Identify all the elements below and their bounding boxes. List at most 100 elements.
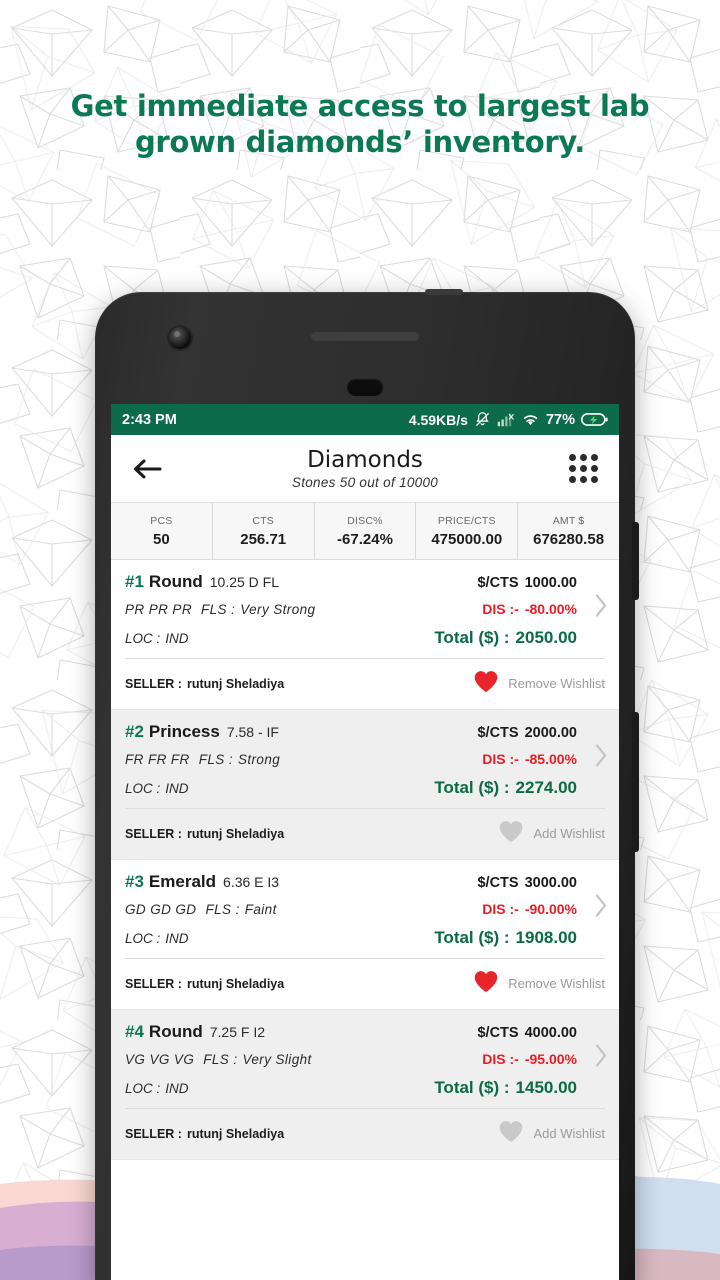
discount-value: -85.00%: [524, 751, 577, 767]
summary-cell-disc: DISC% -67.24%: [315, 503, 417, 559]
total-value: 1450.00: [515, 1078, 577, 1097]
summary-header: DISC%: [347, 514, 383, 527]
price-per-cts-label: $/CTS: [477, 1025, 519, 1041]
diamond-card[interactable]: #2 Princess 7.58 - IF $/CTS 2000.00 FR FR FR F…: [111, 710, 619, 860]
diamond-shape: Princess: [148, 722, 220, 741]
fluorescence-value: Strong: [237, 752, 281, 767]
total-value: 2274.00: [515, 778, 577, 797]
wishlist-toggle[interactable]: Remove Wishlist: [473, 969, 605, 998]
app-bar: Diamonds Stones 50 out of 10000: [111, 435, 619, 503]
discount-value: -95.00%: [524, 1051, 577, 1067]
seller-name: rutunj Sheladiya: [186, 826, 285, 841]
diamond-card[interactable]: #3 Emerald 6.36 E I3 $/CTS 3000.00 GD GD GD FL…: [111, 860, 619, 1010]
summary-cell-price-cts: PRICE/CTS 475000.00: [416, 503, 519, 559]
summary-value: 676280.58: [533, 530, 605, 548]
diamond-list[interactable]: #1 Round 10.25 D FL $/CTS 1000.00 PR PR PR FLS…: [111, 560, 619, 1280]
app-bar-titles: Diamonds Stones 50 out of 10000: [169, 447, 561, 490]
diamond-card-footer: SELLER : rutunj Sheladiya Add Wishlist: [111, 1109, 619, 1159]
summary-value: 256.71: [240, 530, 287, 548]
diamond-card-main[interactable]: #3 Emerald 6.36 E I3 $/CTS 3000.00 GD GD GD FL…: [111, 860, 619, 956]
diamond-shape: Round: [148, 1022, 203, 1041]
total-label: Total ($) :: [434, 1078, 510, 1097]
diamond-shape: Round: [148, 572, 203, 591]
diamond-card-main[interactable]: #2 Princess 7.58 - IF $/CTS 2000.00 FR FR FR F…: [111, 710, 619, 806]
chevron-right-icon[interactable]: [593, 1042, 610, 1075]
phone-screen: 2:43 PM 4.59KB/s 77% Diamonds Stones 50 …: [111, 404, 619, 1280]
summary-value: -67.24%: [337, 530, 393, 548]
chevron-right-icon[interactable]: [593, 592, 610, 625]
discount-label: DIS :-: [482, 1051, 519, 1067]
diamond-index: #4: [125, 1022, 144, 1041]
summary-header: AMT $: [552, 514, 585, 527]
back-arrow-icon[interactable]: [125, 457, 169, 481]
battery-charging-icon: [581, 413, 608, 426]
fluorescence-value: Very Slight: [242, 1052, 312, 1067]
headline-line-2: grown diamonds’ inventory.: [134, 125, 586, 159]
diamond-grades: FR FR FR: [125, 752, 190, 767]
discount-value: -80.00%: [524, 601, 577, 617]
screen-subtitle: Stones 50 out of 10000: [291, 475, 439, 490]
diamond-index: #1: [125, 572, 144, 591]
diamond-spec: 10.25 D FL: [209, 574, 280, 590]
price-per-cts-value: 1000.00: [524, 575, 577, 591]
summary-cell-amt: AMT $ 676280.58: [518, 503, 619, 559]
summary-value: 475000.00: [431, 530, 503, 548]
diamond-card[interactable]: #4 Round 7.25 F I2 $/CTS 4000.00 VG VG VG FLS …: [111, 1010, 619, 1160]
diamond-grades: PR PR PR: [125, 602, 192, 617]
location-label: LOC :: [125, 931, 161, 946]
location-label: LOC :: [125, 781, 161, 796]
sensor-pill: [347, 379, 383, 396]
heart-icon[interactable]: [498, 819, 524, 848]
chevron-right-icon[interactable]: [593, 892, 610, 925]
summary-cell-pcs: PCS 50: [111, 503, 213, 559]
diamond-grades: VG VG VG: [125, 1052, 195, 1067]
location-label: LOC :: [125, 1081, 161, 1096]
heart-icon[interactable]: [473, 969, 499, 998]
fluorescence-label: FLS :: [200, 602, 236, 617]
bell-muted-icon: [475, 412, 490, 427]
diamond-card-main[interactable]: #1 Round 10.25 D FL $/CTS 1000.00 PR PR PR FLS…: [111, 560, 619, 656]
wishlist-label: Add Wishlist: [533, 1126, 605, 1141]
total-label: Total ($) :: [434, 928, 510, 947]
diamond-card-footer: SELLER : rutunj Sheladiya Remove Wishlist: [111, 959, 619, 1009]
price-per-cts-value: 2000.00: [524, 725, 577, 741]
total-value: 2050.00: [515, 628, 577, 647]
signal-no-service-icon: [497, 413, 514, 427]
total-label: Total ($) :: [434, 778, 510, 797]
discount-label: DIS :-: [482, 751, 519, 767]
diamond-index: #2: [125, 722, 144, 741]
diamond-card-main[interactable]: #4 Round 7.25 F I2 $/CTS 4000.00 VG VG VG FLS …: [111, 1010, 619, 1106]
summary-value: 50: [153, 530, 170, 548]
heart-icon[interactable]: [473, 669, 499, 698]
location-value: IND: [165, 631, 189, 646]
diamond-card-footer: SELLER : rutunj Sheladiya Add Wishlist: [111, 809, 619, 859]
summary-header: CTS: [252, 514, 274, 527]
earpiece-speaker: [311, 332, 419, 341]
grid-menu-icon[interactable]: [561, 454, 605, 483]
power-button[interactable]: [632, 712, 639, 852]
diamond-index: #3: [125, 872, 144, 891]
seller-label: SELLER :: [125, 676, 182, 691]
status-bar: 2:43 PM 4.59KB/s 77%: [111, 404, 619, 435]
front-camera-icon: [169, 327, 191, 349]
seller-label: SELLER :: [125, 1126, 182, 1141]
wishlist-label: Add Wishlist: [533, 826, 605, 841]
chevron-right-icon[interactable]: [593, 742, 610, 775]
wishlist-toggle[interactable]: Add Wishlist: [498, 819, 605, 848]
price-per-cts-label: $/CTS: [477, 725, 519, 741]
wifi-icon: [523, 415, 538, 426]
volume-button[interactable]: [632, 522, 639, 600]
price-per-cts-label: $/CTS: [477, 875, 519, 891]
seller-name: rutunj Sheladiya: [186, 676, 285, 691]
diamond-shape: Emerald: [148, 872, 217, 891]
fluorescence-value: Faint: [244, 902, 277, 917]
discount-value: -90.00%: [524, 901, 577, 917]
price-per-cts-value: 4000.00: [524, 1025, 577, 1041]
heart-icon[interactable]: [498, 1119, 524, 1148]
total-value: 1908.00: [515, 928, 577, 947]
diamond-spec: 7.58 - IF: [226, 724, 279, 740]
diamond-card[interactable]: #1 Round 10.25 D FL $/CTS 1000.00 PR PR PR FLS…: [111, 560, 619, 710]
price-per-cts-value: 3000.00: [524, 875, 577, 891]
wishlist-toggle[interactable]: Remove Wishlist: [473, 669, 605, 698]
wishlist-toggle[interactable]: Add Wishlist: [498, 1119, 605, 1148]
